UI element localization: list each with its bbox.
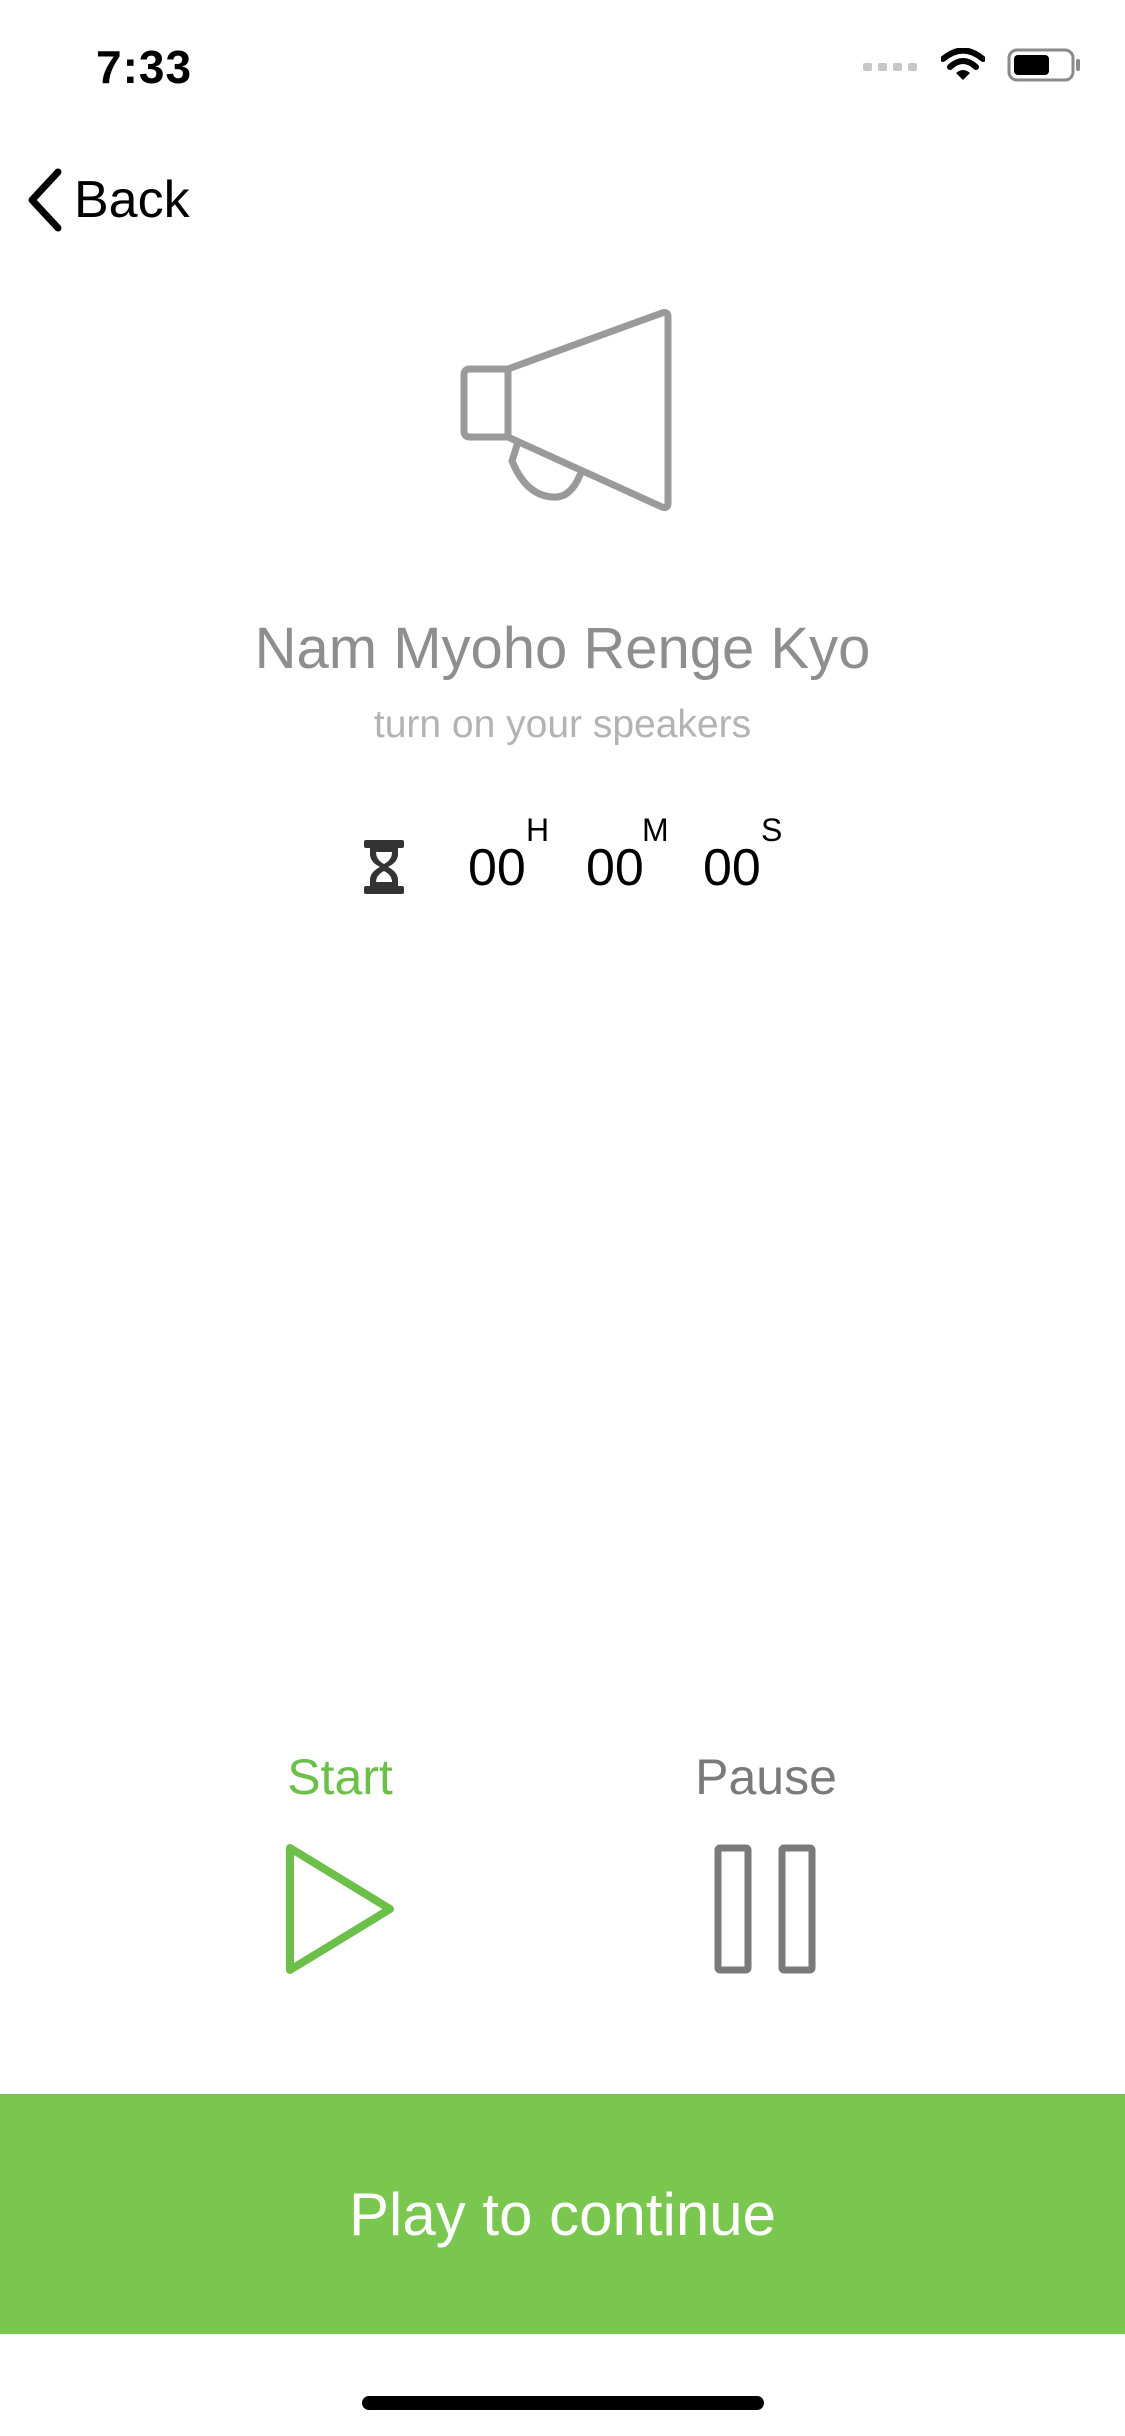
home-indicator[interactable] <box>362 2396 764 2410</box>
status-icons <box>863 48 1081 82</box>
pause-icon <box>714 1844 816 1974</box>
megaphone-icon <box>460 309 672 511</box>
wifi-icon <box>941 48 985 80</box>
timer-seconds: 00 <box>703 839 761 897</box>
start-button[interactable]: Start <box>240 1748 440 1974</box>
cta-label: Play to continue <box>349 2180 776 2248</box>
timer-minutes-unit: M <box>642 812 669 848</box>
timer-hours: 00 <box>468 839 526 897</box>
play-icon <box>286 1844 394 1974</box>
pause-label: Pause <box>695 1749 837 1805</box>
page-title: Nam Myoho Renge Kyo <box>254 616 871 681</box>
timer-seconds-unit: S <box>761 812 783 848</box>
back-button[interactable]: Back <box>24 160 190 240</box>
timer-hours-unit: H <box>526 812 550 848</box>
battery-icon <box>1007 48 1080 82</box>
start-label: Start <box>287 1749 393 1805</box>
chevron-left-icon <box>28 168 62 232</box>
hourglass-icon <box>364 840 404 894</box>
status-time: 7:33 <box>96 41 193 93</box>
page-subtitle: turn on your speakers <box>373 703 752 746</box>
back-label: Back <box>74 171 190 229</box>
status-bar: 7:33 <box>0 0 1125 132</box>
timer: 00 H 00 M 00 S <box>356 812 796 912</box>
pause-button[interactable]: Pause <box>666 1748 866 1974</box>
play-to-continue-button[interactable]: Play to continue <box>0 2094 1125 2334</box>
timer-minutes: 00 <box>586 839 644 897</box>
signal-icon <box>863 63 917 71</box>
